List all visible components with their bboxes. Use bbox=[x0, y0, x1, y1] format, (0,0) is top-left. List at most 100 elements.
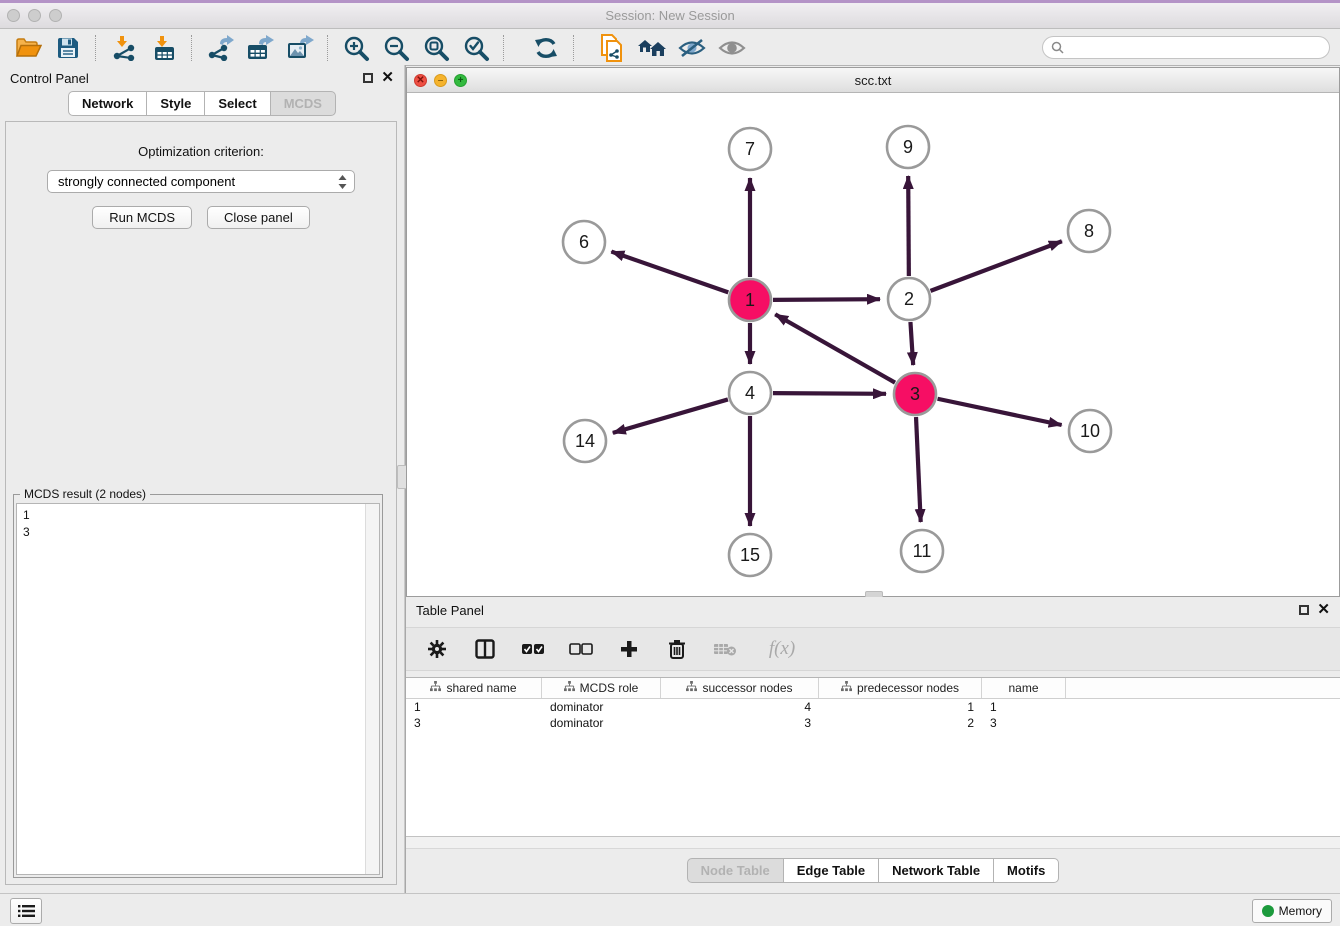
tab-network-table[interactable]: Network Table bbox=[878, 858, 994, 883]
search-icon bbox=[1051, 41, 1064, 54]
apply-layout-icon[interactable] bbox=[526, 33, 566, 63]
edge-3-11[interactable] bbox=[916, 417, 921, 522]
criterion-dropdown[interactable]: strongly connected component bbox=[47, 170, 355, 193]
tab-mcds[interactable]: MCDS bbox=[270, 91, 336, 116]
delete-icon[interactable] bbox=[664, 636, 690, 662]
node-label-15: 15 bbox=[740, 545, 760, 565]
edge-1-6[interactable] bbox=[611, 252, 728, 293]
tab-style[interactable]: Style bbox=[146, 91, 205, 116]
search-box[interactable] bbox=[1042, 36, 1330, 59]
close-panel-button[interactable]: Close panel bbox=[207, 206, 310, 229]
edge-2-3[interactable] bbox=[910, 322, 913, 365]
column-view-icon[interactable] bbox=[472, 636, 498, 662]
attribute-tree-icon bbox=[686, 681, 697, 695]
result-line: 3 bbox=[23, 524, 379, 541]
run-mcds-button[interactable]: Run MCDS bbox=[92, 206, 192, 229]
tab-edge-table[interactable]: Edge Table bbox=[783, 858, 879, 883]
node-label-10: 10 bbox=[1080, 421, 1100, 441]
edge-4-3[interactable] bbox=[773, 393, 886, 394]
column-header-shared-name[interactable]: shared name bbox=[406, 678, 542, 698]
select-all-icon[interactable] bbox=[520, 636, 546, 662]
edge-3-1[interactable] bbox=[775, 314, 895, 382]
minimize-window-icon[interactable] bbox=[28, 9, 41, 22]
close-window-icon[interactable] bbox=[7, 9, 20, 22]
node-label-1: 1 bbox=[745, 290, 755, 310]
column-header-predecessor-nodes[interactable]: predecessor nodes bbox=[819, 678, 982, 698]
node-label-7: 7 bbox=[745, 139, 755, 159]
export-image-icon[interactable] bbox=[280, 33, 320, 63]
column-header-name[interactable]: name bbox=[982, 678, 1066, 698]
network-canvas[interactable]: 7968124314101511 bbox=[407, 92, 1339, 596]
edge-1-2[interactable] bbox=[773, 299, 880, 300]
table-cell[interactable]: 2 bbox=[819, 715, 982, 731]
zoom-out-icon[interactable] bbox=[376, 33, 416, 63]
node-label-11: 11 bbox=[913, 541, 932, 561]
table-cell[interactable]: dominator bbox=[542, 699, 661, 715]
mcds-result-list[interactable]: 13 bbox=[16, 503, 380, 875]
import-network-icon[interactable] bbox=[104, 33, 144, 63]
table-cell[interactable]: 1 bbox=[982, 699, 1066, 715]
table-cell[interactable]: 4 bbox=[661, 699, 819, 715]
home-icon[interactable] bbox=[632, 33, 672, 63]
deselect-all-icon[interactable] bbox=[568, 636, 594, 662]
memory-button[interactable]: Memory bbox=[1252, 899, 1332, 923]
tab-select[interactable]: Select bbox=[204, 91, 270, 116]
table-cell[interactable]: 1 bbox=[406, 699, 542, 715]
table-cell[interactable]: dominator bbox=[542, 715, 661, 731]
network-window-titlebar: ✕ – + scc.txt bbox=[407, 68, 1339, 93]
table-cell[interactable]: 3 bbox=[406, 715, 542, 731]
zoom-selected-icon[interactable] bbox=[456, 33, 496, 63]
search-input[interactable] bbox=[1068, 40, 1329, 56]
application-window: Session: New Session bbox=[0, 0, 1340, 926]
edge-3-10[interactable] bbox=[938, 399, 1062, 425]
save-session-icon[interactable] bbox=[48, 33, 88, 63]
export-network-icon[interactable] bbox=[200, 33, 240, 63]
control-panel-tabs: NetworkStyleSelectMCDS bbox=[0, 91, 404, 116]
export-table-icon[interactable] bbox=[240, 33, 280, 63]
memory-status-icon bbox=[1262, 905, 1274, 917]
attribute-tree-icon bbox=[564, 681, 575, 695]
node-label-4: 4 bbox=[745, 383, 755, 403]
zoom-fit-icon[interactable] bbox=[416, 33, 456, 63]
add-column-icon[interactable] bbox=[616, 636, 642, 662]
node-label-3: 3 bbox=[910, 384, 920, 404]
criterion-value: strongly connected component bbox=[58, 174, 333, 189]
table-tabs: Node TableEdge TableNetwork TableMotifs bbox=[406, 858, 1340, 883]
table-cell[interactable]: 1 bbox=[819, 699, 982, 715]
show-details-icon[interactable] bbox=[712, 33, 752, 63]
zoom-in-icon[interactable] bbox=[336, 33, 376, 63]
delete-table-icon bbox=[712, 636, 738, 662]
edge-2-8[interactable] bbox=[931, 241, 1062, 291]
attribute-tree-icon bbox=[430, 681, 441, 695]
tab-motifs[interactable]: Motifs bbox=[993, 858, 1059, 883]
gear-icon[interactable] bbox=[424, 636, 450, 662]
table-panel-title: Table Panel bbox=[416, 603, 1299, 618]
edge-2-9[interactable] bbox=[908, 176, 909, 276]
close-table-panel-icon[interactable]: ✕ bbox=[1317, 605, 1330, 615]
open-file-icon[interactable] bbox=[8, 33, 48, 63]
memory-label: Memory bbox=[1279, 904, 1322, 918]
result-scrollbar[interactable] bbox=[365, 504, 379, 874]
float-table-panel-icon[interactable] bbox=[1299, 605, 1309, 615]
task-history-button[interactable] bbox=[10, 898, 42, 924]
float-panel-icon[interactable] bbox=[363, 73, 373, 83]
import-table-icon[interactable] bbox=[144, 33, 184, 63]
maximize-window-icon[interactable] bbox=[49, 9, 62, 22]
attribute-tree-icon bbox=[841, 681, 852, 695]
table-cell[interactable]: 3 bbox=[982, 715, 1066, 731]
column-header-successor-nodes[interactable]: successor nodes bbox=[661, 678, 819, 698]
mcds-panel: Optimization criterion: strongly connect… bbox=[5, 121, 397, 885]
control-panel-title: Control Panel bbox=[10, 71, 363, 86]
table-cell[interactable]: 3 bbox=[661, 715, 819, 731]
table-header-row: shared nameMCDS rolesuccessor nodesprede… bbox=[406, 678, 1340, 699]
tab-node-table[interactable]: Node Table bbox=[687, 858, 784, 883]
clone-network-icon[interactable] bbox=[592, 33, 632, 63]
tab-network[interactable]: Network bbox=[68, 91, 147, 116]
table-row[interactable]: 3dominator323 bbox=[406, 715, 1340, 731]
edge-4-14[interactable] bbox=[613, 399, 728, 432]
hide-details-icon[interactable] bbox=[672, 33, 712, 63]
close-panel-icon[interactable]: ✕ bbox=[381, 73, 394, 83]
table-row[interactable]: 1dominator411 bbox=[406, 699, 1340, 715]
column-header-MCDS-role[interactable]: MCDS role bbox=[542, 678, 661, 698]
table-hscrollbar[interactable] bbox=[406, 837, 1340, 849]
